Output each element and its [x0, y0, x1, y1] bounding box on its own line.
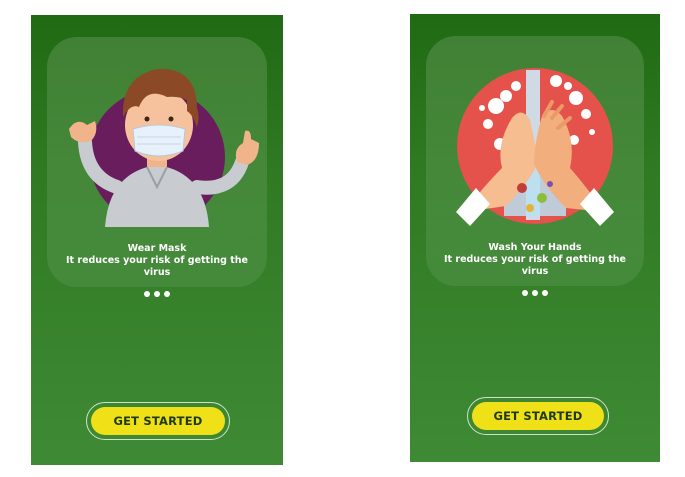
page-dot[interactable] [144, 291, 150, 297]
get-started-button-outline: GET STARTED [467, 397, 609, 435]
page-dot[interactable] [164, 291, 170, 297]
slide-caption: Wear Mask It reduces your risk of gettin… [53, 243, 261, 279]
slide-title: Wash Your Hands [488, 242, 582, 253]
page-dot[interactable] [522, 290, 528, 296]
onboarding-screen-wear-mask: Wear Mask It reduces your risk of gettin… [31, 15, 283, 465]
page-dot[interactable] [542, 290, 548, 296]
page-indicator[interactable] [410, 290, 660, 300]
slide-card[interactable]: Wash Your Hands It reduces your risk of … [426, 36, 644, 286]
onboarding-screen-wash-hands: Wash Your Hands It reduces your risk of … [410, 14, 660, 462]
page-dot[interactable] [532, 290, 538, 296]
get-started-button[interactable]: GET STARTED [472, 402, 604, 430]
hand-washing-icon [456, 68, 614, 226]
slide-subtitle: It reduces your risk of getting the viru… [66, 255, 248, 278]
get-started-button[interactable]: GET STARTED [91, 407, 225, 435]
slide-card[interactable]: Wear Mask It reduces your risk of gettin… [47, 37, 267, 287]
slide-subtitle: It reduces your risk of getting the viru… [444, 254, 626, 277]
slide-caption: Wash Your Hands It reduces your risk of … [432, 242, 638, 278]
slide-title: Wear Mask [127, 243, 187, 254]
get-started-button-outline: GET STARTED [86, 402, 230, 440]
face-mask-person-icon [69, 68, 259, 227]
page-indicator[interactable] [31, 291, 283, 301]
page-dot[interactable] [154, 291, 160, 297]
